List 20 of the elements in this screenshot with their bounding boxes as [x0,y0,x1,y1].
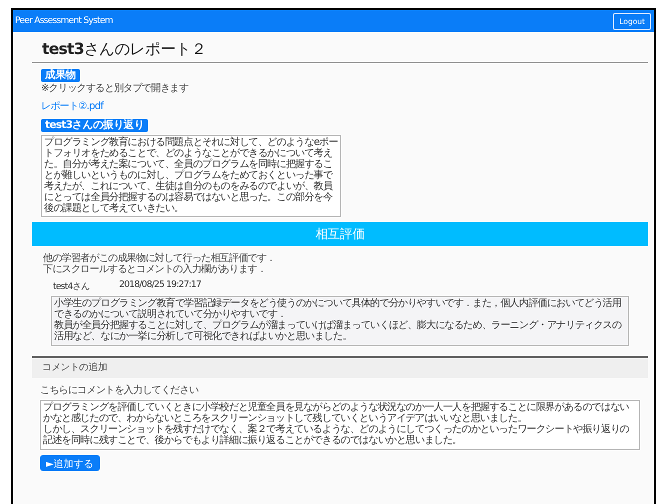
section-label: test3さんの振り返り [41,119,148,132]
comment-paragraph: 小学生のプログラミング教育で学習記録データをどう使うのかについて具体的で分かりやすいです．また，個人内評価においてどう活用できるのかについて説明されていて分かりやすいです． [54,298,622,320]
reflection-text-area[interactable]: プログラミング教育における問題点とそれに対して、どのようなeポートフォリオをためることで、どのようなことができるかについて考えた。自分が考えた案について、全員のプログラムを同時に把握することが難しいというものに対し、プログラムをためておくといった事で考えたが、これについて、生徒は自分のものをみるのでよいが、教員にとっては全員分把握するのは容易ではないと思った。この部分を今後の課題として考えていきたい。 [41,135,341,217]
note-text: ※クリックすると別タブで開きます [41,83,190,94]
app-brand[interactable]: Peer Assessment System [15,16,113,26]
panel-title: 相互評価 [32,222,648,246]
comment-input-field[interactable] [40,400,640,450]
add-button[interactable]: ►追加する [40,455,100,471]
comment-author: test4さん [53,281,90,293]
add-comment-header: コメントの追加 [32,356,648,378]
comment-paragraph: 教員が全員分把握することに対して、プログラムが溜まっていけば溜まっていくほど、膨大になるため、ラーニング・アナリティクスの活用など、なにか一挙に分析して可視化できればよいかと思いました。 [54,320,622,342]
section-label: 成果物 [41,69,80,82]
field-label: こちらにコメントを入力してください [40,384,200,397]
page-title: test3さんのレポート２ [42,40,208,58]
intro-text: 下にスクロールするとコメントの入力欄があります． [43,264,268,275]
intro-text: 他の学習者がこの成果物に対して行った相互評価です． [43,253,277,264]
comment-paragraph: プログラミングを評価していくときに小学校だと児童全員を見ながらどのような状況なのか一人一人を把握することに限界があるのではないかなと感じたので、わからないところをスクリーンショットして残していくというアイデアはいいなと思いました。 [43,402,630,424]
comment-paragraph: しかし、スクリーンショットを残すだけでなく、案２で考えているような、どのようにしてつくったのかといったワークシートや振り返りの記述を同時に残すことで、後からでもより詳細に振り返ることができるのではないかと思いました。 [43,424,630,446]
file-link[interactable]: レポート②.pdf [41,101,104,112]
comment-date: 2018/08/25 19:27:17 [119,280,201,292]
